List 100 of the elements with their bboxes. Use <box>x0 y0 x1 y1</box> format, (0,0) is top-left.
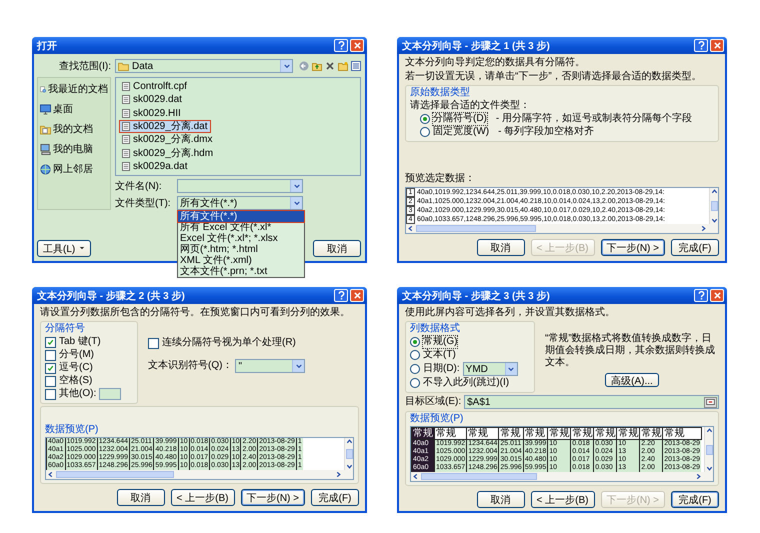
checkbox[interactable] <box>45 388 56 400</box>
up-folder-icon[interactable] <box>312 61 322 71</box>
checkbox[interactable] <box>45 336 56 348</box>
dialog-button[interactable]: < 上一步(B) <box>530 491 594 508</box>
dialog-button[interactable]: 下一步(N) > <box>240 489 305 506</box>
dropdown-arrow-button[interactable] <box>292 360 304 372</box>
file-type-option[interactable]: 文本文件(*.prn; *.txt <box>178 266 304 277</box>
dialog-button[interactable]: 完成(F) <box>311 489 359 506</box>
place-item[interactable]: 网上邻居 <box>40 162 108 176</box>
close-button[interactable] <box>710 289 724 302</box>
group-title: 原始数据类型 <box>410 87 471 99</box>
horizontal-scrollbar[interactable] <box>46 470 353 479</box>
radio-button[interactable] <box>420 114 430 124</box>
place-item[interactable]: 我最近的文档 <box>40 82 108 96</box>
cancel-button[interactable]: 取消 <box>313 240 361 257</box>
collapse-button[interactable] <box>704 396 717 408</box>
radio-button[interactable] <box>420 127 430 137</box>
group-title: 数据预览(P) <box>45 424 100 436</box>
close-icon <box>714 292 720 299</box>
dialog-button[interactable]: 下一步(N) > <box>600 239 665 256</box>
dialog-button[interactable]: < 上一步(B) <box>170 489 234 506</box>
radio-button[interactable] <box>410 378 420 388</box>
file-type-option[interactable]: Excel 文件(*.xl*; *.xlsx <box>178 233 304 244</box>
preview-label: 预览选定数据： <box>405 173 476 185</box>
file-item[interactable]: sk0029.HII <box>119 106 184 120</box>
delete-icon[interactable] <box>325 61 335 71</box>
group-title: 分隔符号 <box>45 323 86 335</box>
column-header[interactable]: 常规 <box>498 428 524 440</box>
destination-label: 目标区域(E): <box>405 396 462 408</box>
help-button[interactable] <box>694 39 708 52</box>
column-header[interactable]: 常规 <box>570 428 594 440</box>
close-button[interactable] <box>710 39 724 52</box>
file-item[interactable]: sk0029_分离.hdm <box>119 146 216 160</box>
checkbox-label: 其他(O): <box>59 388 96 400</box>
qualifier-label: 文本识别符号(Q)： <box>148 360 232 372</box>
vertical-scrollbar[interactable] <box>344 438 353 470</box>
views-icon[interactable] <box>351 61 361 71</box>
vertical-scrollbar[interactable] <box>704 427 713 472</box>
dropdown-arrow-button[interactable] <box>290 197 302 209</box>
file-type-option[interactable]: 网页(*.htm; *.html <box>178 244 304 255</box>
column-header[interactable]: 常规 <box>548 428 571 440</box>
checkbox-label: 连续分隔符号视为单个处理(R) <box>162 337 296 349</box>
help-button[interactable] <box>334 39 348 52</box>
other-delimiter-field[interactable] <box>99 388 122 400</box>
help-button[interactable] <box>694 289 708 302</box>
file-item[interactable]: sk0029_分离.dat <box>119 120 210 134</box>
column-header[interactable]: 常规 <box>640 428 663 440</box>
close-button[interactable] <box>350 39 364 52</box>
column-header[interactable]: 常规 <box>594 428 617 440</box>
file-icon <box>122 148 130 158</box>
place-item[interactable]: 我的电脑 <box>40 142 108 156</box>
horizontal-scrollbar[interactable] <box>411 472 713 481</box>
window-title: 文本分列向导 - 步骤之 2 (共 3 步) <box>37 289 185 302</box>
radio-button[interactable] <box>410 364 420 374</box>
file-name-field[interactable] <box>177 179 303 193</box>
place-item[interactable]: 我的文档 <box>40 122 108 136</box>
file-type-option[interactable]: 所有文件(*.*) <box>178 211 304 222</box>
help-button[interactable] <box>334 289 348 302</box>
file-item[interactable]: sk0029a.dat <box>119 160 190 173</box>
dialog-button[interactable]: 完成(F) <box>671 239 719 256</box>
destination-field[interactable]: $A$1 <box>464 395 719 409</box>
file-name-label: 文件名(N): <box>115 180 163 193</box>
tools-button[interactable]: 工具(L) <box>37 240 92 257</box>
file-item[interactable]: sk0029_分离.dmx <box>119 133 216 146</box>
dialog-button[interactable]: 完成(F) <box>671 491 719 508</box>
dialog-button[interactable]: 取消 <box>116 489 165 506</box>
radio-button[interactable] <box>410 350 420 360</box>
dropdown-arrow-button[interactable] <box>280 60 292 72</box>
window-title: 打开 <box>37 40 57 52</box>
dropdown-arrow-button[interactable] <box>290 180 302 192</box>
column-header[interactable]: 常规 <box>523 428 548 440</box>
file-item[interactable]: Controlft.cpf <box>119 80 190 94</box>
horizontal-scrollbar[interactable] <box>406 224 718 233</box>
file-type-option[interactable]: XML 文件(*.xml) <box>178 255 304 266</box>
checkbox[interactable] <box>45 376 56 386</box>
dialog-button[interactable]: 取消 <box>476 239 525 256</box>
column-header[interactable]: 常规 <box>466 428 499 440</box>
file-icon <box>122 82 130 92</box>
close-button[interactable] <box>350 289 364 302</box>
column-header[interactable]: 常规 <box>412 428 434 440</box>
column-header[interactable]: 常规 <box>434 428 467 440</box>
column-header[interactable]: 常规 <box>662 428 702 440</box>
caret-icon <box>508 366 514 372</box>
dialog-button[interactable]: 取消 <box>476 491 525 508</box>
radio-button[interactable] <box>410 337 420 347</box>
vertical-scrollbar[interactable] <box>709 188 718 224</box>
close-icon <box>354 42 360 49</box>
date-format-dropdown[interactable]: YMD <box>462 362 518 376</box>
checkbox[interactable] <box>45 350 56 360</box>
dropdown-arrow-button[interactable] <box>504 363 517 375</box>
place-item[interactable]: 桌面 <box>40 102 108 116</box>
advanced-button[interactable]: 高级(A)... <box>605 373 659 387</box>
file-item[interactable]: sk0029.dat <box>119 93 185 107</box>
column-header[interactable]: 常规 <box>616 428 640 440</box>
checkbox[interactable] <box>148 338 159 348</box>
radio-description: - 用分隔字符，如逗号或制表符分隔每个字段 <box>496 113 692 125</box>
qualifier-dropdown[interactable]: " <box>235 359 306 373</box>
look-in-dropdown[interactable]: Data <box>115 59 293 73</box>
file-type-dropdown[interactable]: 所有文件(*.*) <box>177 196 303 210</box>
checkbox[interactable] <box>45 362 56 374</box>
